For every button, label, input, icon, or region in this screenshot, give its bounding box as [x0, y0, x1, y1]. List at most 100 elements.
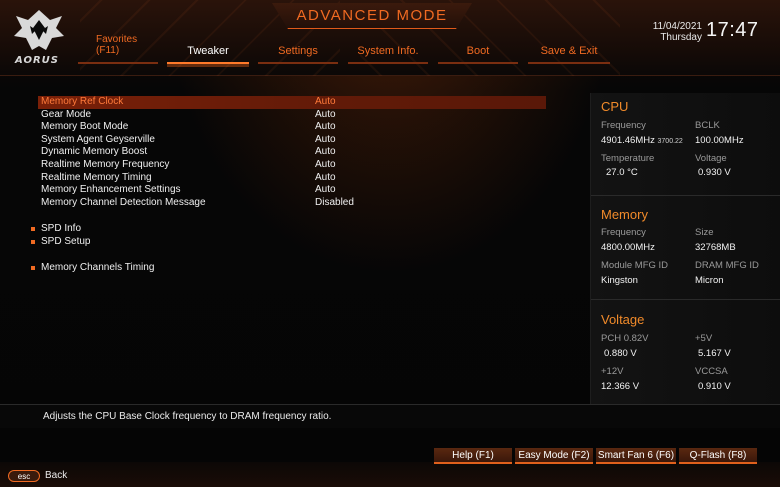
voltage-vccsa-value: 0.910 V	[698, 381, 731, 392]
hardware-info-panel: CPU Frequency 4901.46MHz 3700.22 BCLK 10…	[590, 93, 780, 413]
setting-system-agent-geyserville[interactable]: System Agent Geyserville Auto	[38, 134, 546, 147]
esc-back-button[interactable]: esc	[8, 470, 40, 482]
voltage-5v-value: 5.167 V	[698, 348, 731, 359]
voltage-section: Voltage	[601, 312, 776, 333]
submenu-label: Memory Channels Timing	[41, 262, 155, 273]
cpu-frequency-value: 4901.46MHz 3700.22	[601, 135, 683, 146]
tab-boot-label: Boot	[466, 45, 490, 57]
cpu-frequency-main: 4901.46MHz	[601, 135, 655, 146]
tab-favorites[interactable]: Favorites (F11)	[78, 34, 158, 64]
memory-size-label: Size	[695, 227, 714, 238]
tab-settings[interactable]: Settings	[258, 45, 338, 64]
help-text: Adjusts the CPU Base Clock frequency to …	[43, 411, 332, 422]
setting-value: Auto	[315, 96, 336, 107]
setting-value: Auto	[315, 121, 336, 133]
tab-favorites-label: Favorites	[96, 34, 138, 45]
cpu-bclk-label: BCLK	[695, 120, 720, 131]
help-bar: Adjusts the CPU Base Clock frequency to …	[0, 404, 780, 428]
submenu-spd-setup[interactable]: SPD Setup	[31, 236, 90, 248]
easy-mode-button-label: Easy Mode (F2)	[518, 450, 590, 461]
setting-gear-mode[interactable]: Gear Mode Auto	[38, 109, 546, 122]
voltage-pch-value: 0.880 V	[604, 348, 637, 359]
cpu-frequency-label: Frequency	[601, 120, 646, 131]
weekday-text: Thursday	[660, 32, 702, 43]
setting-memory-channel-detection-message[interactable]: Memory Channel Detection Message Disable…	[38, 197, 546, 210]
brand-logo-text: AORUS	[15, 55, 59, 66]
setting-label: Memory Enhancement Settings	[41, 184, 181, 196]
clock: 17:47	[706, 19, 759, 41]
setting-label: Realtime Memory Frequency	[41, 158, 170, 170]
smart-fan-button-label: Smart Fan 6 (F6)	[597, 450, 675, 461]
easy-mode-button[interactable]: Easy Mode (F2)	[515, 448, 593, 464]
submenu-label: SPD Setup	[41, 236, 91, 247]
voltage-12v-value: 12.366 V	[601, 381, 640, 392]
tab-favorites-hotkey: (F11)	[96, 45, 120, 56]
cpu-temperature-label: Temperature	[601, 153, 655, 164]
qflash-button[interactable]: Q-Flash (F8)	[679, 448, 757, 464]
bios-screen: AORUS ADVANCED MODE 11/04/2021 Thursday …	[0, 0, 780, 487]
cpu-title: CPU	[601, 99, 629, 114]
setting-realtime-memory-frequency[interactable]: Realtime Memory Frequency Auto	[38, 159, 546, 172]
memory-title: Memory	[601, 207, 648, 222]
panel-divider	[591, 299, 780, 300]
submenu-bullet-icon	[31, 240, 35, 244]
voltage-pch-label: PCH 0.82V	[601, 333, 649, 344]
voltage-title: Voltage	[601, 312, 645, 327]
memory-size-value: 32768MB	[695, 242, 736, 253]
setting-label: Realtime Memory Timing	[41, 171, 152, 183]
setting-memory-boot-mode[interactable]: Memory Boot Mode Auto	[38, 121, 546, 134]
setting-label: System Agent Geyserville	[41, 133, 155, 145]
memory-dram-mfg-value: Micron	[695, 275, 724, 286]
tab-tweaker[interactable]: Tweaker	[167, 45, 249, 67]
tab-save-exit-label: Save & Exit	[540, 45, 598, 57]
setting-label: Dynamic Memory Boost	[41, 146, 148, 158]
memory-module-mfg-value: Kingston	[601, 275, 638, 286]
date-text: 11/04/2021	[652, 21, 702, 32]
memory-module-mfg-label: Module MFG ID	[601, 260, 669, 271]
setting-memory-enhancement-settings[interactable]: Memory Enhancement Settings Auto	[38, 184, 546, 197]
setting-value: Auto	[315, 171, 336, 183]
date-display: 11/04/2021 Thursday	[636, 21, 702, 43]
back-label[interactable]: Back	[45, 470, 67, 481]
tab-system-info-label: System Info.	[357, 45, 419, 57]
submenu-bullet-icon	[31, 227, 35, 231]
tab-system-info[interactable]: System Info.	[348, 45, 428, 64]
panel-divider	[591, 195, 780, 196]
tab-boot[interactable]: Boot	[438, 45, 518, 64]
setting-value: Auto	[315, 108, 336, 120]
submenu-spd-info[interactable]: SPD Info	[31, 223, 81, 235]
setting-value: Disabled	[315, 196, 354, 208]
mode-title-banner: ADVANCED MODE	[272, 3, 472, 29]
qflash-button-label: Q-Flash (F8)	[689, 450, 747, 461]
setting-value: Auto	[315, 158, 336, 170]
setting-realtime-memory-timing[interactable]: Realtime Memory Timing Auto	[38, 172, 546, 185]
bottom-strip	[0, 462, 780, 487]
submenu-bullet-icon	[31, 266, 35, 270]
setting-value: Auto	[315, 184, 336, 196]
setting-label: Memory Boot Mode	[41, 121, 129, 133]
help-button[interactable]: Help (F1)	[434, 448, 512, 464]
memory-dram-mfg-label: DRAM MFG ID	[695, 260, 759, 271]
tab-save-exit[interactable]: Save & Exit	[528, 45, 610, 64]
tab-settings-label: Settings	[278, 45, 318, 57]
memory-frequency-value: 4800.00MHz	[601, 242, 655, 253]
cpu-voltage-value: 0.930 V	[698, 167, 731, 178]
esc-key-label: esc	[17, 472, 31, 481]
settings-list: Memory Ref Clock Auto Gear Mode Auto Mem…	[38, 96, 546, 209]
setting-value: Auto	[315, 146, 336, 158]
cpu-temperature-value: 27.0 °C	[606, 167, 638, 178]
smart-fan-button[interactable]: Smart Fan 6 (F6)	[596, 448, 676, 464]
voltage-12v-label: +12V	[601, 366, 624, 377]
cpu-bclk-value: 100.00MHz	[695, 135, 744, 146]
cpu-frequency-sub: 3700.22	[657, 138, 683, 145]
setting-value: Auto	[315, 133, 336, 145]
setting-label: Gear Mode	[41, 108, 92, 120]
setting-dynamic-memory-boost[interactable]: Dynamic Memory Boost Auto	[38, 146, 546, 159]
memory-frequency-label: Frequency	[601, 227, 646, 238]
cpu-section: CPU	[601, 99, 776, 120]
cpu-voltage-label: Voltage	[695, 153, 727, 164]
submenu-memory-channels-timing[interactable]: Memory Channels Timing	[31, 262, 154, 274]
setting-memory-ref-clock[interactable]: Memory Ref Clock Auto	[38, 96, 546, 109]
voltage-5v-label: +5V	[695, 333, 713, 344]
submenu-label: SPD Info	[41, 223, 82, 234]
